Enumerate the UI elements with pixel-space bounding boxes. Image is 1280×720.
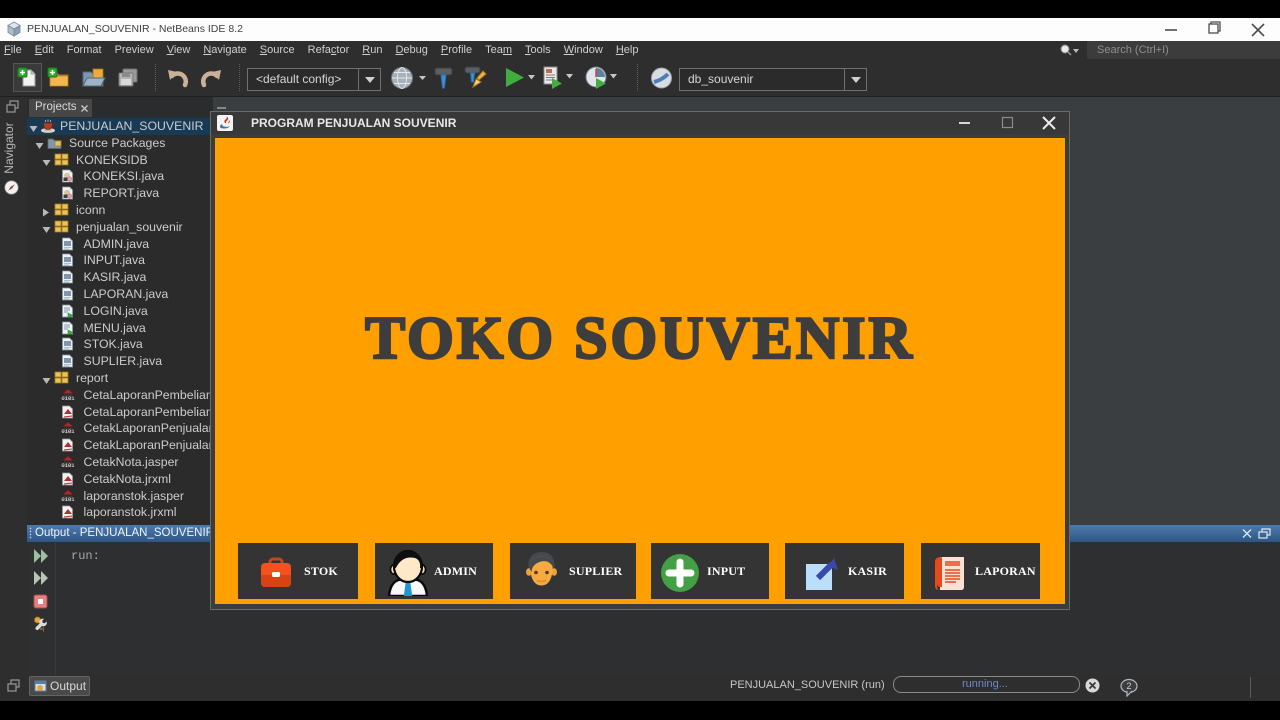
svg-text:0101: 0101	[61, 462, 75, 469]
svg-text:2: 2	[1126, 681, 1131, 691]
svg-text:0101: 0101	[61, 428, 75, 435]
svg-text:0101: 0101	[61, 395, 75, 402]
svg-text:=|: =|	[40, 627, 44, 632]
svg-text:0101: 0101	[61, 496, 75, 503]
